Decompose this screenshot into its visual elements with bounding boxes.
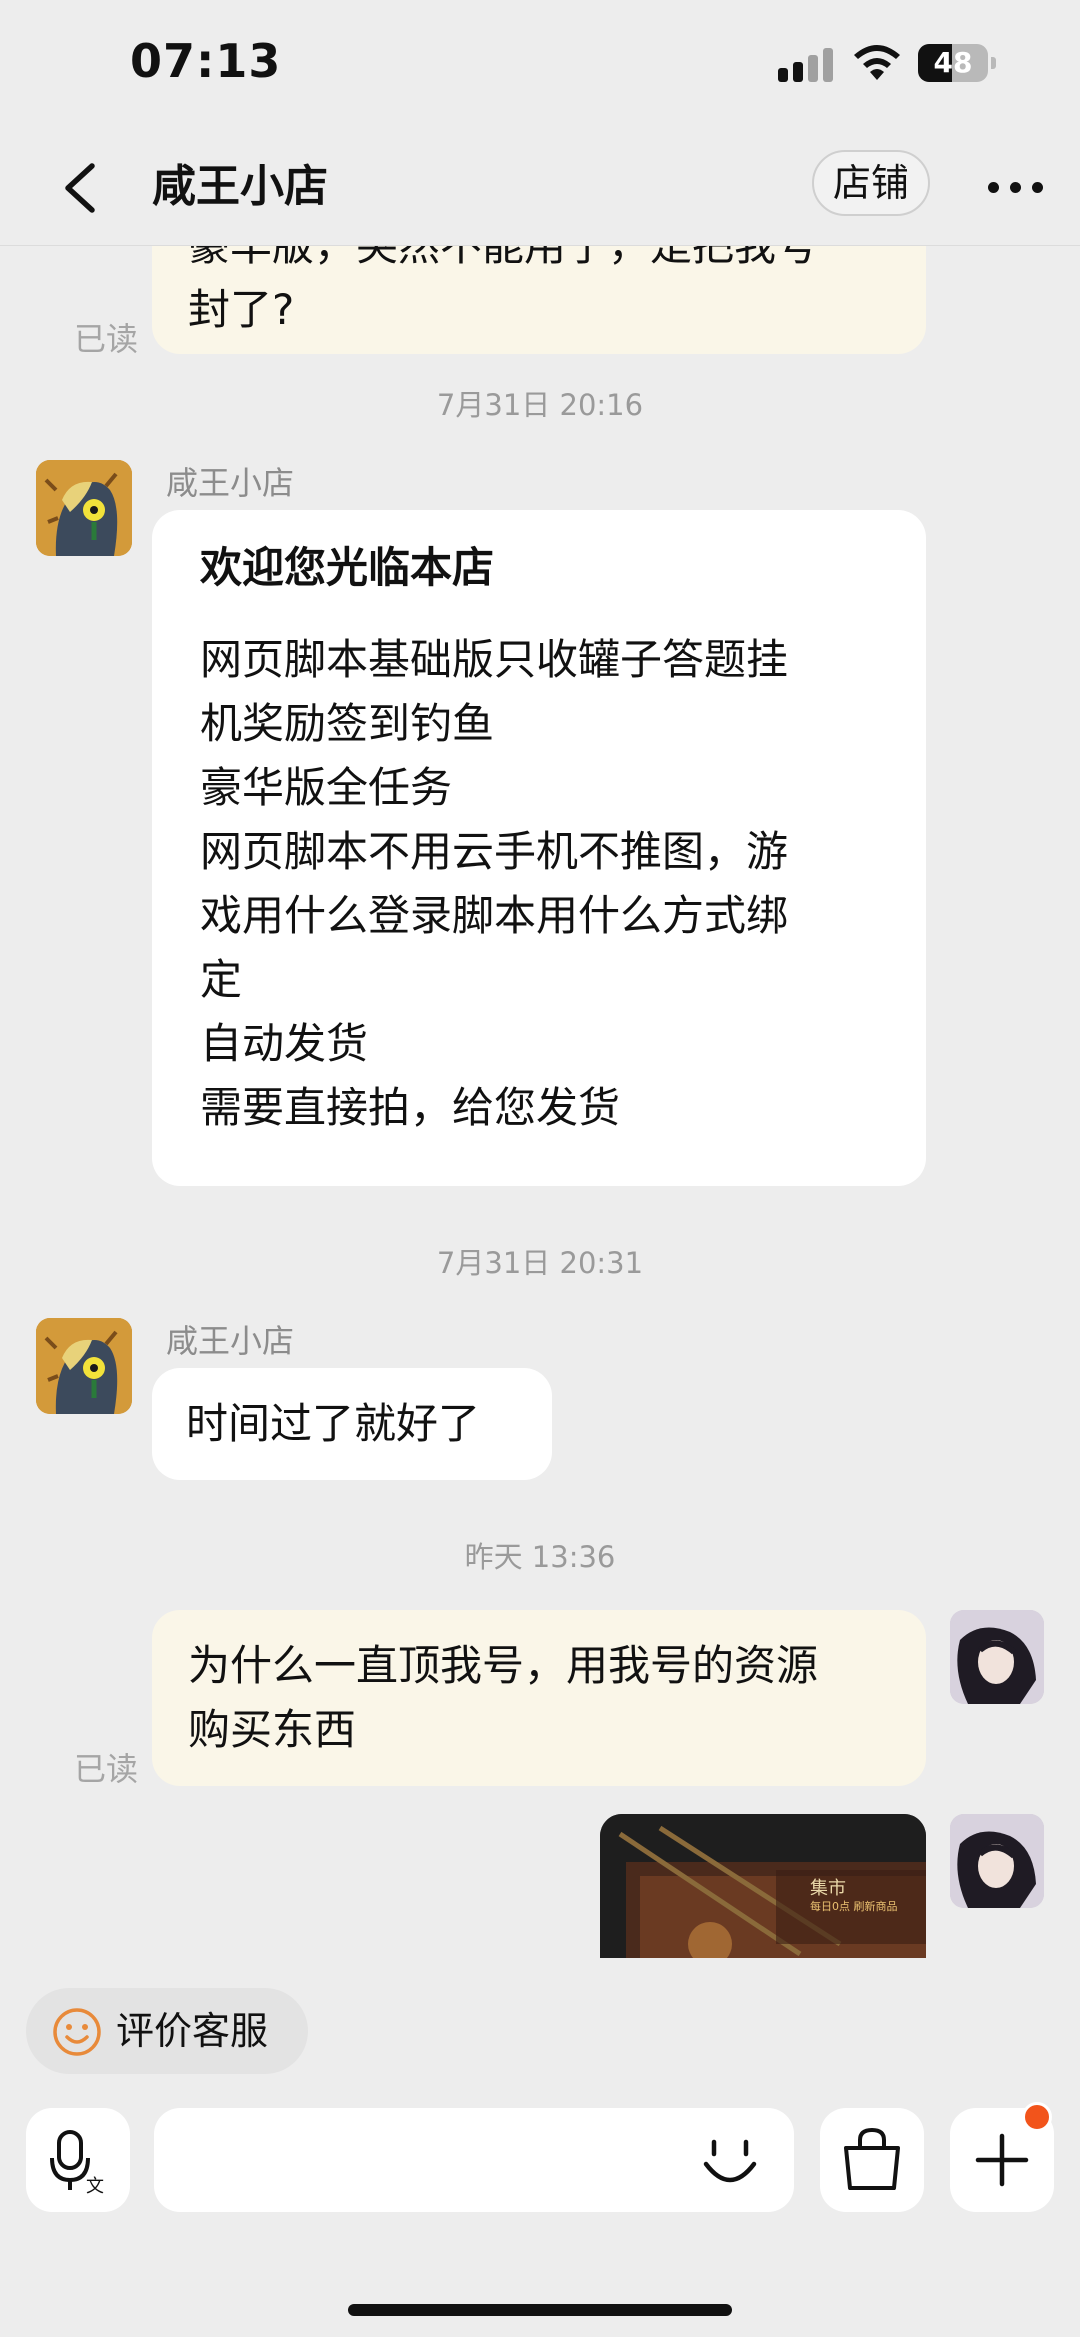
notification-dot [1022,2102,1052,2132]
shop-bag-button[interactable] [820,2108,924,2212]
input-bar: 文 [0,2108,1080,2214]
user-avatar[interactable] [950,1610,1044,1704]
voice-input-button[interactable]: 文 [26,2108,130,2212]
incoming-message[interactable]: 欢迎您光临本店 网页脚本基础版只收罐子答题挂 机奖励签到钓鱼 豪华版全任务 网页… [152,510,926,1186]
message-line: 需要直接拍，给您发货 [200,1083,621,1132]
message-timestamp: 7月31日 20:16 [436,388,644,422]
emoji-icon[interactable] [700,2134,760,2190]
rate-service-label: 评价客服 [116,2009,269,2053]
read-status: 已读 [74,1750,139,1788]
message-line: 网页脚本不用云手机不推图，游 [200,827,789,876]
shop-button[interactable]: 店铺 [812,150,930,216]
message-line: 自动发货 [200,1019,369,1068]
svg-text:文: 文 [86,2176,104,2197]
read-status: 已读 [74,320,139,358]
message-input[interactable] [154,2108,794,2212]
smile-icon [53,2008,101,2056]
incoming-message[interactable]: 时间过了就好了 [152,1368,552,1480]
back-icon[interactable] [56,160,106,216]
wifi-icon [854,45,900,80]
message-line: 购买东西 [188,1705,357,1754]
message-line: 为什么一直顶我号，用我号的资源 [188,1641,819,1690]
user-avatar[interactable] [950,1814,1044,1908]
shopping-bag-icon [844,2127,900,2190]
message-timestamp: 昨天 13:36 [464,1540,616,1574]
chat-area[interactable]: 豪华版，突然不能用了，是把我号 封了? 已读 7月31日 20:16 咸王小店 … [0,246,1080,1958]
message-line: 机奖励签到钓鱼 [200,699,495,748]
message-timestamp: 7月31日 20:31 [436,1246,644,1280]
cellular-signal-icon [778,46,834,82]
shop-avatar[interactable] [36,1318,132,1414]
message-line: 封了? [188,285,295,334]
nav-bar: 咸王小店 店铺 [0,130,1080,246]
message-title: 欢迎您光临本店 [200,543,495,592]
sender-name: 咸王小店 [166,464,295,502]
message-line: 定 [200,955,243,1004]
image-caption-title: 集市 [810,1878,846,1899]
rate-service-button[interactable]: 评价客服 [26,1988,308,2074]
battery-icon: 48 [918,44,996,82]
status-time: 07:13 [130,34,282,88]
outgoing-message[interactable]: 为什么一直顶我号，用我号的资源 购买东西 [152,1610,926,1786]
message-line: 网页脚本基础版只收罐子答题挂 [200,635,789,684]
battery-percent: 48 [933,46,973,79]
image-message[interactable]: 集市 每日0点 刷新商品 [600,1814,926,1958]
home-indicator [348,2304,732,2316]
message-line: 时间过了就好了 [186,1399,481,1448]
sender-name: 咸王小店 [166,1322,295,1360]
more-icon[interactable] [988,180,1044,196]
page-title: 咸王小店 [152,161,328,212]
image-caption-subtitle: 每日0点 刷新商品 [810,1900,898,1913]
message-line: 豪华版，突然不能用了，是把我号 [188,246,890,278]
outgoing-message[interactable]: 豪华版，突然不能用了，是把我号 封了? [152,246,926,354]
microphone-icon: 文 [50,2130,104,2197]
message-line: 戏用什么登录脚本用什么方式绑 [200,891,789,940]
status-bar: 07:13 48 [0,0,1080,130]
shop-avatar[interactable] [36,460,132,556]
message-line: 豪华版全任务 [200,763,453,812]
